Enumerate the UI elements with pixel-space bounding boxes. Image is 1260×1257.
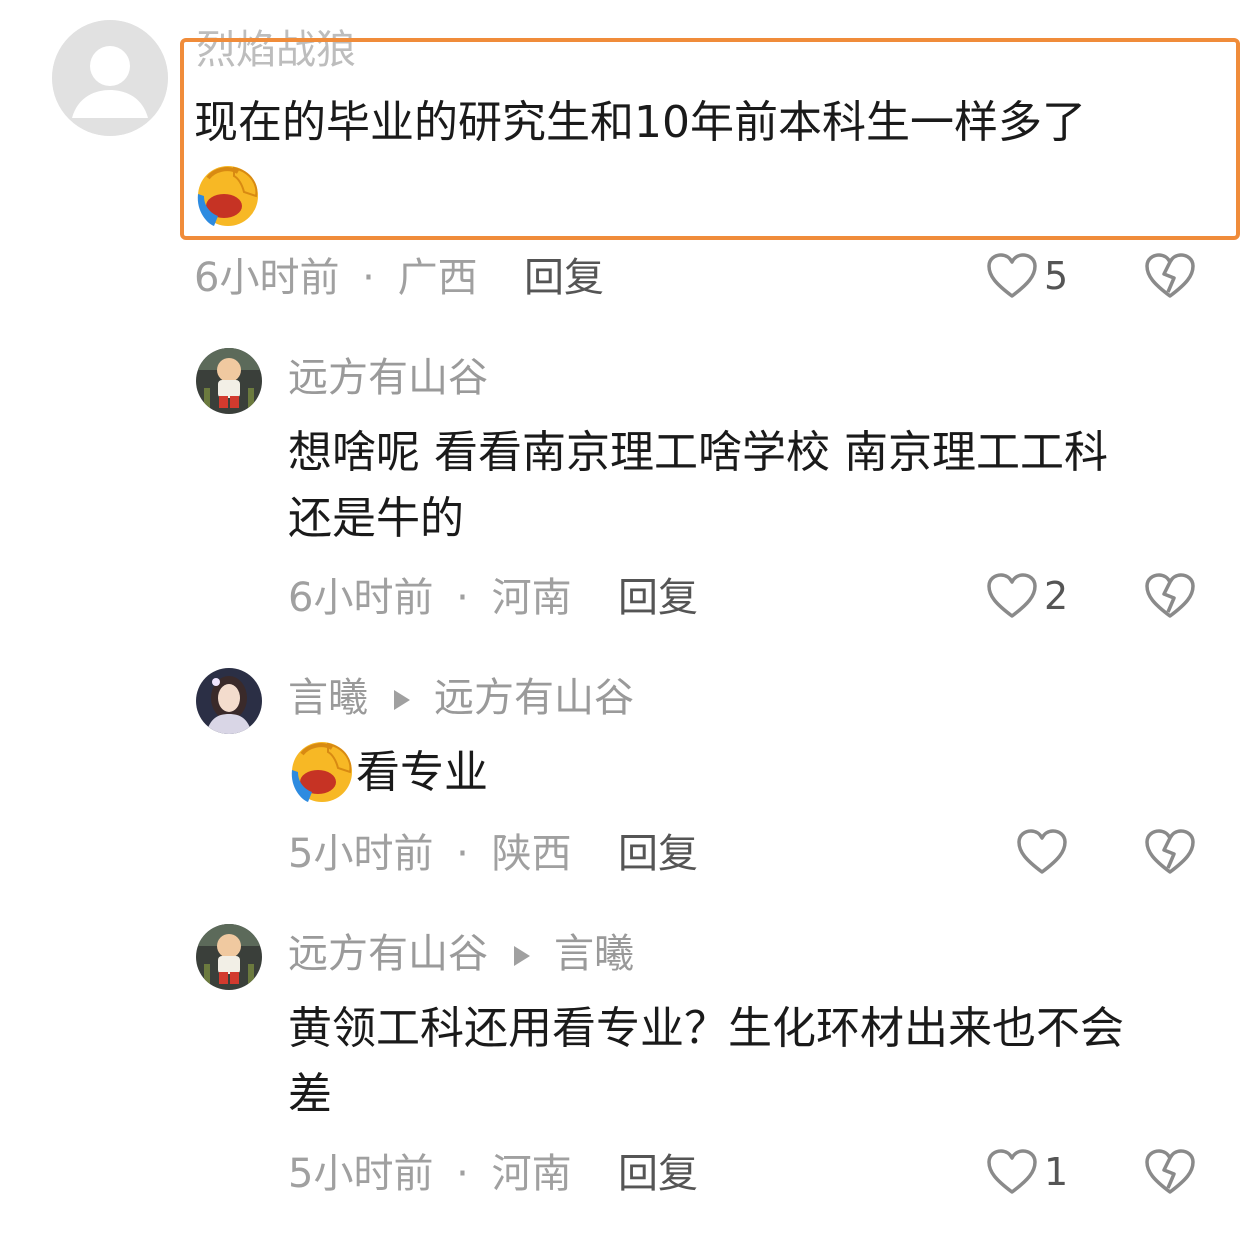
dislike-button[interactable]	[1144, 1148, 1196, 1200]
comment-text: 黄领工科还用看专业？生化环材出来也不会 差	[288, 996, 1124, 1128]
comment-location: 河南	[491, 1151, 572, 1197]
heart-outline-icon	[987, 573, 1037, 618]
broken-heart-icon	[1145, 573, 1195, 618]
reply-to-username[interactable]: 言曦	[554, 931, 634, 977]
comment-text-line: 想啥呢 看看南京理工啥学校 南京理工工科	[288, 427, 1108, 478]
like-count: 5	[1044, 254, 1069, 298]
heart-outline-icon	[987, 1149, 1037, 1194]
comment-text-line: 看专业	[356, 747, 488, 798]
like-count: 1	[1044, 1150, 1069, 1194]
like-count: 2	[1044, 574, 1069, 618]
meta-separator: ·	[456, 831, 469, 877]
comment-username-text[interactable]: 言曦	[288, 675, 368, 721]
like-button[interactable]	[1016, 828, 1074, 876]
avatar-default[interactable]	[52, 20, 168, 136]
highlight-box	[180, 38, 1240, 240]
comment-time: 5小时前	[288, 831, 434, 877]
comment-text-line: 还是牛的	[288, 493, 464, 544]
comment-text-line: 黄领工科还用看专业？生化环材出来也不会	[288, 1003, 1124, 1054]
facepalm-laughing-emoji-icon	[288, 738, 356, 808]
avatar-image	[196, 668, 262, 734]
dislike-button[interactable]	[1144, 252, 1196, 304]
comment-meta: 5小时前 · 陕西	[288, 830, 572, 878]
heart-outline-icon	[1017, 829, 1067, 874]
comment-text: 看专业	[356, 740, 488, 806]
dislike-button[interactable]	[1144, 828, 1196, 880]
like-button[interactable]: 1	[986, 1148, 1068, 1196]
comment-time: 6小时前	[194, 255, 340, 301]
comment-text: 想啥呢 看看南京理工啥学校 南京理工工科 还是牛的	[288, 420, 1108, 552]
default-user-icon	[52, 20, 168, 136]
avatar-user[interactable]	[196, 348, 262, 414]
reply-button[interactable]: 回复	[618, 1150, 698, 1198]
like-button[interactable]: 2	[986, 572, 1068, 620]
reply-arrow-icon	[394, 690, 410, 710]
reply-button[interactable]: 回复	[524, 254, 604, 302]
like-button[interactable]: 5	[986, 252, 1068, 300]
broken-heart-icon	[1145, 829, 1195, 874]
comment-location: 河南	[491, 575, 572, 621]
comment-meta: 5小时前 · 河南	[288, 1150, 572, 1198]
comment-time: 6小时前	[288, 575, 434, 621]
comment-location: 广西	[397, 255, 478, 301]
reply-to-username[interactable]: 远方有山谷	[434, 675, 634, 721]
broken-heart-icon	[1145, 253, 1195, 298]
avatar-image	[196, 348, 262, 414]
meta-separator: ·	[362, 255, 375, 301]
reply-button[interactable]: 回复	[618, 830, 698, 878]
dislike-button[interactable]	[1144, 572, 1196, 624]
comment-username[interactable]: 远方有山谷	[288, 354, 488, 402]
reply-arrow-icon	[514, 946, 530, 966]
avatar-user[interactable]	[196, 668, 262, 734]
comment-meta: 6小时前 · 广西	[194, 254, 478, 302]
heart-outline-icon	[987, 253, 1037, 298]
comment-text-line: 差	[288, 1069, 332, 1120]
comment-time: 5小时前	[288, 1151, 434, 1197]
meta-separator: ·	[456, 575, 469, 621]
comment-location: 陕西	[491, 831, 572, 877]
avatar-image	[196, 924, 262, 990]
meta-separator: ·	[456, 1151, 469, 1197]
comment-username-text[interactable]: 远方有山谷	[288, 931, 488, 977]
avatar-user[interactable]	[196, 924, 262, 990]
broken-heart-icon	[1145, 1149, 1195, 1194]
reply-button[interactable]: 回复	[618, 574, 698, 622]
comment-meta: 6小时前 · 河南	[288, 574, 572, 622]
comment-username: 言曦 远方有山谷	[288, 674, 634, 722]
comment-username: 远方有山谷 言曦	[288, 930, 634, 978]
